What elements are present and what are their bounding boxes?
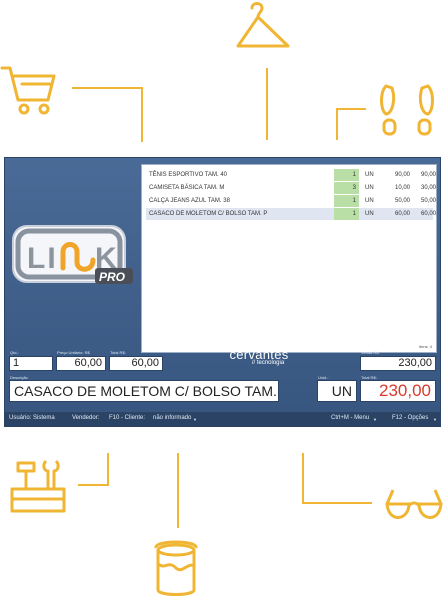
table-row-selected[interactable]: CASACO DE MOLETOM C/ BOLSO TAM. P 1 UN 6… (146, 208, 436, 220)
brand-logo: cervantes // tecnologia (222, 347, 296, 366)
pos-window: LI K PRO TÊNIS ESPORTIVO TAM. 40 1 UN 90… (4, 157, 441, 427)
qtd-field[interactable]: 1 (9, 356, 53, 371)
status-bar: Usuário: Sistema Vendedor: F10 - Cliente… (5, 412, 440, 426)
chevron-down-icon: ▼ (433, 417, 437, 422)
logo-text-li: LI (27, 242, 58, 275)
item-name: CALÇA JEANS AZUL TAM. 38 (149, 198, 230, 204)
item-qty: 1 (334, 208, 359, 220)
total-label: Total R$: (110, 350, 126, 355)
item-qty: 1 (334, 169, 359, 181)
table-row[interactable]: CAMISETA BÁSICA TAM. M 3 UN 10,00 30,00 (146, 182, 436, 194)
items-count: Itens: 4 (418, 344, 432, 349)
item-total: 90,00 (420, 172, 436, 178)
logo-badge: PRO (99, 270, 126, 284)
table-row[interactable]: TÊNIS ESPORTIVO TAM. 40 1 UN 90,00 90,00 (146, 169, 436, 181)
item-price: 10,00 (394, 185, 410, 191)
cart-icon (0, 66, 56, 115)
hanger-icon (236, 2, 290, 48)
item-unit: UN (365, 211, 374, 217)
item-total: 50,00 (420, 198, 436, 204)
venda-label: Venda R$: (361, 350, 380, 355)
table-row[interactable]: CALÇA JEANS AZUL TAM. 38 1 UN 50,00 50,0… (146, 195, 436, 207)
unit-price-field[interactable]: 60,00 (56, 356, 106, 371)
grand-total-field: 230,00 (360, 380, 436, 402)
status-opcoes[interactable]: F12 - Opções (392, 415, 428, 421)
item-price: 60,00 (394, 211, 410, 217)
status-cliente[interactable]: F10 - Cliente: (109, 415, 145, 421)
chevron-down-icon: ▼ (373, 417, 377, 422)
unid-field[interactable]: UN (317, 380, 357, 402)
descricao-field[interactable]: CASACO DE MOLETOM C/ BOLSO TAM. P (9, 380, 279, 402)
qtd-label: Qtd.: (10, 350, 19, 355)
glasses-icon (385, 489, 443, 519)
item-name: TÊNIS ESPORTIVO TAM. 40 (149, 172, 228, 178)
item-name: CAMISETA BÁSICA TAM. M (149, 185, 225, 191)
chevron-down-icon: ▼ (193, 417, 197, 422)
item-price: 90,00 (394, 172, 410, 178)
item-qty: 1 (334, 195, 359, 207)
item-total: 60,00 (420, 211, 436, 217)
paint-bucket-icon (154, 540, 198, 596)
items-list[interactable]: TÊNIS ESPORTIVO TAM. 40 1 UN 90,00 90,00… (141, 164, 437, 353)
footprints-icon (380, 84, 434, 136)
status-vendedor: Vendedor: (72, 415, 100, 421)
venda-field[interactable]: 230,00 (360, 356, 436, 371)
item-unit: UN (365, 172, 374, 178)
item-unit: UN (365, 198, 374, 204)
status-usuario: Usuário: Sistema (9, 415, 55, 421)
status-cliente-value[interactable]: não informado (153, 415, 191, 421)
link-pro-logo: LI K PRO (12, 225, 133, 284)
unit-price-label: Preço Unitário: R$ (57, 350, 90, 355)
status-menu[interactable]: Ctrl+M - Menu (331, 415, 369, 421)
item-total: 30,00 (420, 185, 436, 191)
toolbox-icon (10, 459, 66, 513)
item-qty: 3 (334, 182, 359, 194)
item-name: CASACO DE MOLETOM C/ BOLSO TAM. P (149, 211, 268, 217)
total-field[interactable]: 60,00 (109, 356, 163, 371)
item-price: 50,00 (394, 198, 410, 204)
item-unit: UN (365, 185, 374, 191)
